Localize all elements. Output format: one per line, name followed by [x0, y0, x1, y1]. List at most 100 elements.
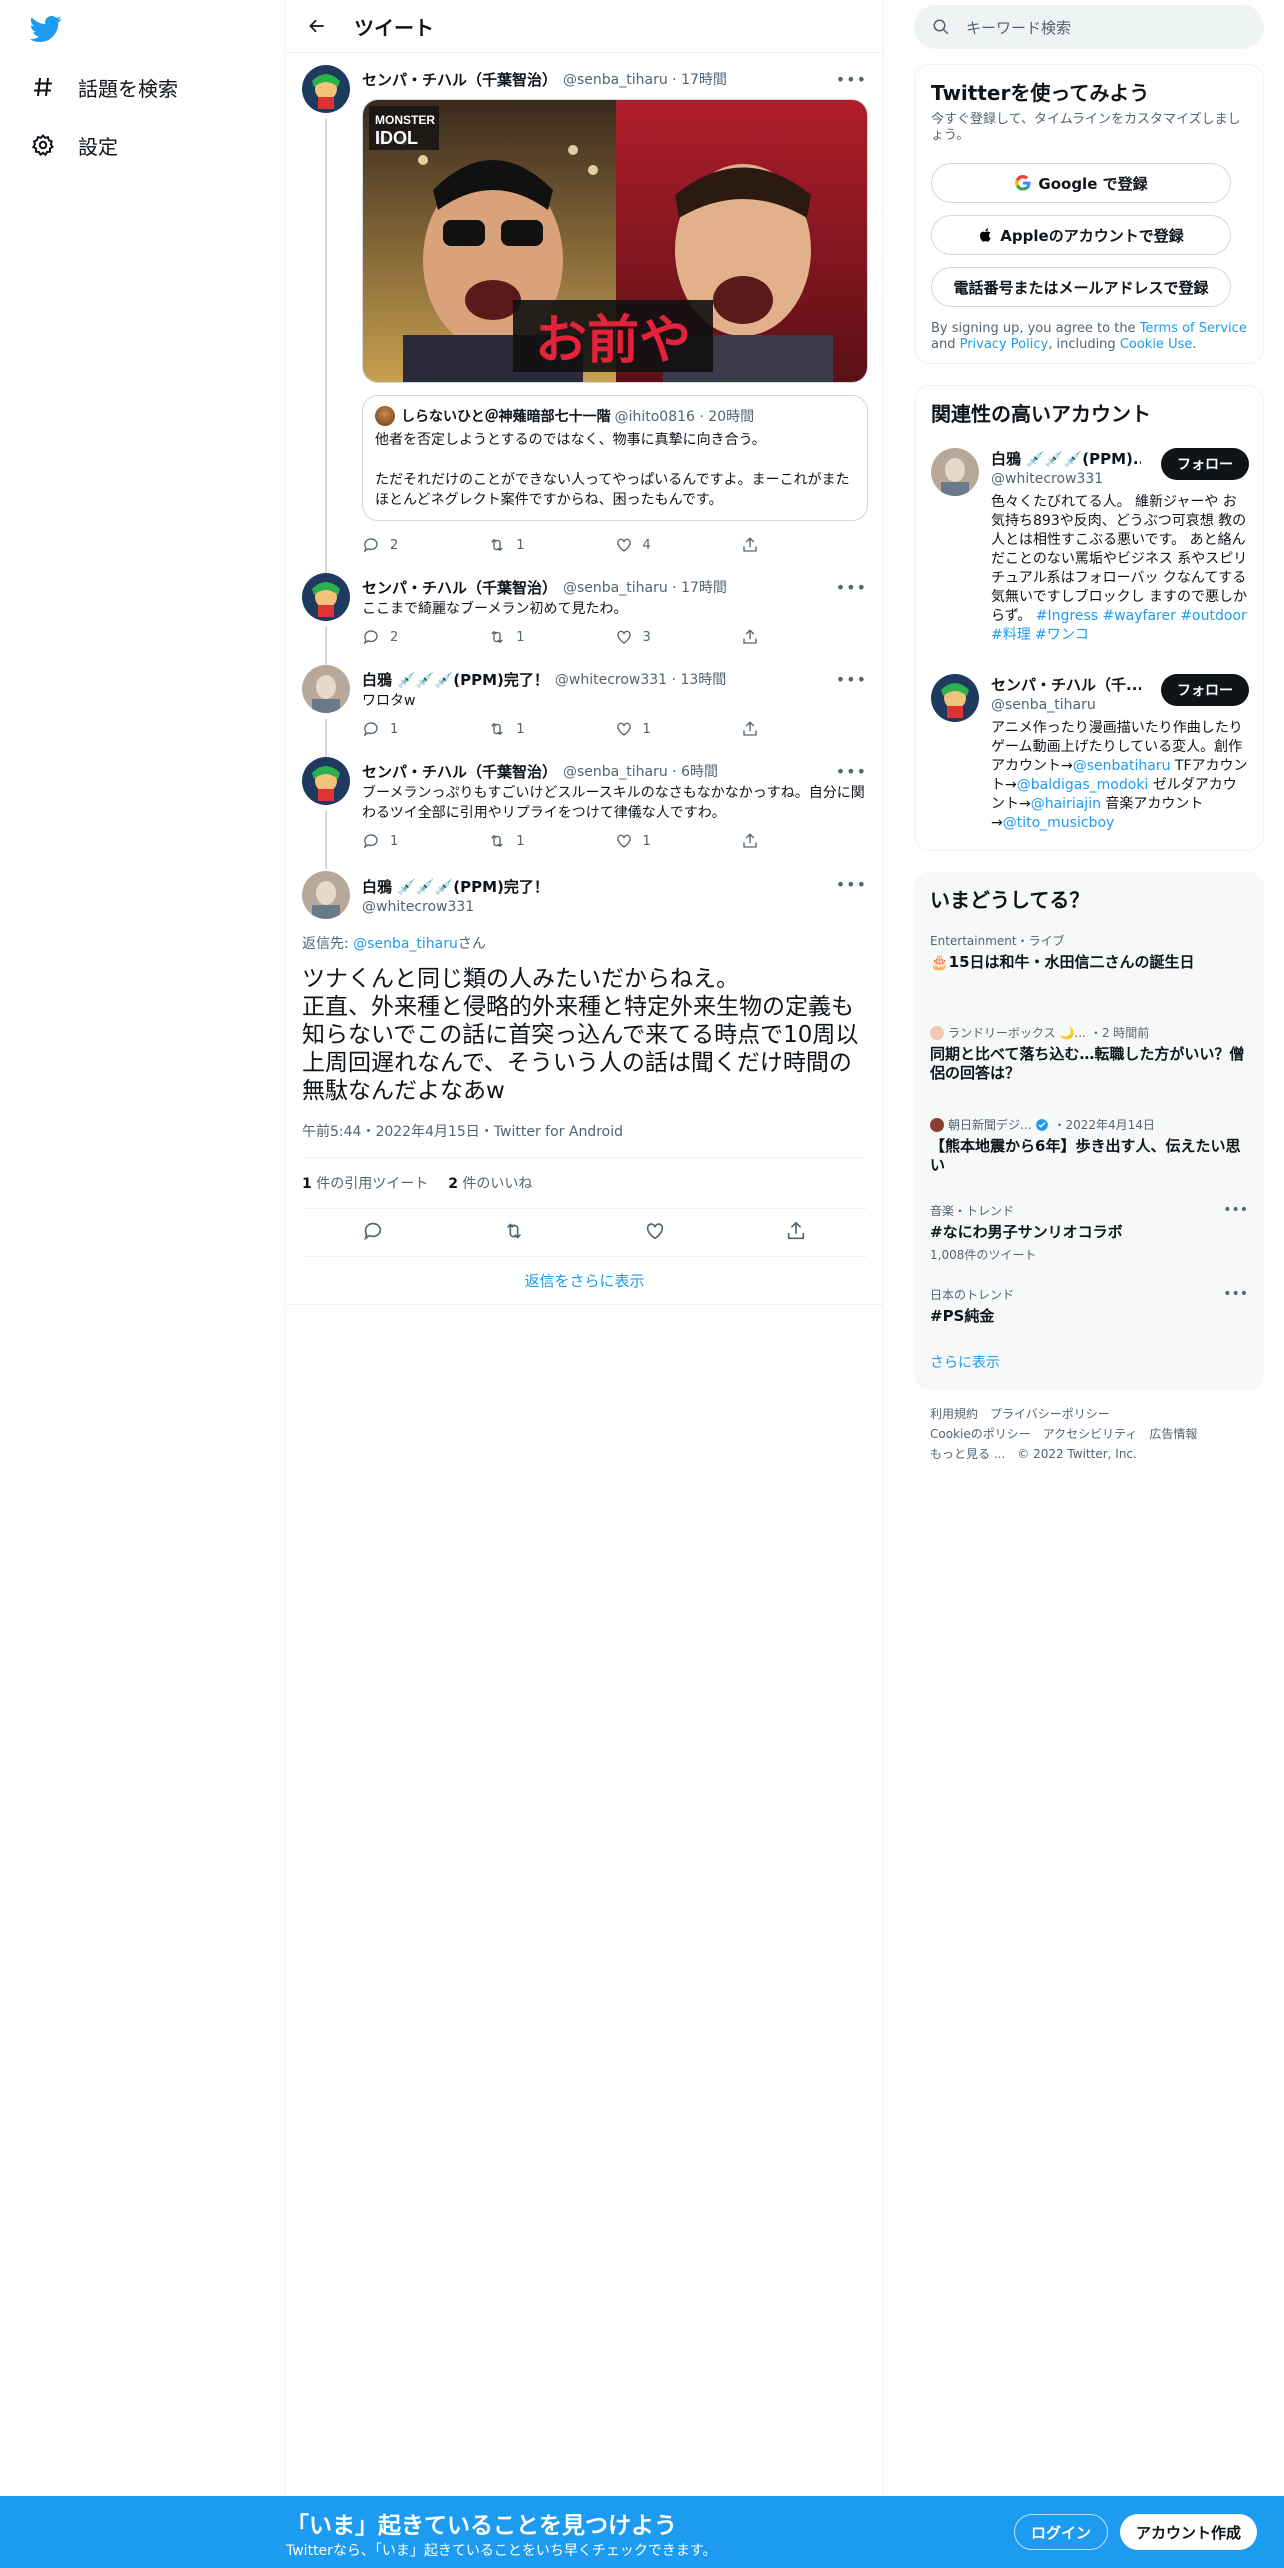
reply-icon	[363, 1222, 381, 1240]
back-arrow-icon[interactable]	[302, 11, 332, 41]
author-handle[interactable]: @senba_tiharu · 6時間	[563, 761, 718, 781]
trend-item[interactable]: ランドリーボックス 🌙... ・2 時間前 同期と比べて落ち込む…転職した方がいい…	[930, 1024, 1248, 1083]
privacy-link[interactable]: Privacy Policy	[960, 337, 1049, 352]
quote-avatar	[375, 406, 395, 426]
apple-signup-button[interactable]: Appleのアカウントで登録	[931, 215, 1231, 255]
reply-button[interactable]: 1	[362, 832, 488, 850]
reply-button[interactable]: 2	[362, 536, 488, 554]
login-button[interactable]: ログイン	[1014, 2514, 1109, 2550]
avatar[interactable]	[302, 65, 350, 113]
thread-tweet[interactable]: 白鴉 💉💉💉(PPM)完了！ @whitecrow331 · 13時間 ••• …	[286, 655, 883, 757]
reply-button[interactable]	[362, 1220, 384, 1246]
terms-link[interactable]: Terms of Service	[1140, 321, 1247, 336]
bio-link[interactable]: @tito_musicboy	[1003, 815, 1115, 831]
share-button[interactable]	[741, 832, 867, 850]
author-handle[interactable]: @senba_tiharu · 17時間	[563, 577, 727, 597]
bio-link[interactable]: @hairiajin	[1031, 796, 1101, 812]
account-name[interactable]: センパ・チハル（千...	[991, 674, 1141, 695]
related-account[interactable]: センパ・チハル（千... @senba_tiharu アニメ作ったり漫画描いたり…	[931, 674, 1249, 834]
author-name[interactable]: センパ・チハル（千葉智治）	[362, 577, 557, 598]
like-button[interactable]: 1	[615, 832, 741, 850]
more-icon[interactable]: •••	[836, 875, 867, 894]
reply-to-link[interactable]: @senba_tiharu	[353, 936, 458, 952]
author-name[interactable]: センパ・チハル（千葉智治）	[362, 761, 557, 782]
related-account[interactable]: 白鴉 💉💉💉(PPM)... @whitecrow331 色々くたびれてる人。 …	[931, 448, 1249, 648]
retweet-button[interactable]	[503, 1220, 525, 1246]
more-icon[interactable]: •••	[836, 578, 867, 597]
quote-count[interactable]: 1 件の引用ツイート	[302, 1173, 428, 1193]
footer-link[interactable]: 広告情報	[1149, 1427, 1197, 1441]
share-button[interactable]	[741, 628, 867, 646]
nav-settings[interactable]: 設定	[30, 125, 118, 165]
show-more-replies[interactable]: 返信をさらに表示	[286, 1257, 883, 1305]
phone-email-signup-button[interactable]: 電話番号またはメールアドレスで登録	[931, 267, 1231, 307]
trend-item[interactable]: 日本のトレンド #PS純金 •••	[930, 1286, 1248, 1326]
trend-title: 【熊本地震から6年】歩き出す人、伝えたい思い	[930, 1137, 1241, 1174]
thread-tweet[interactable]: センパ・チハル（千葉智治） @senba_tiharu · 17時間 ••• M…	[286, 53, 883, 573]
avatar[interactable]	[302, 665, 350, 713]
footer-link[interactable]: 利用規約	[930, 1407, 978, 1421]
avatar[interactable]	[302, 573, 350, 621]
google-signup-button[interactable]: Google で登録	[931, 163, 1231, 203]
follow-button[interactable]: フォロー	[1161, 674, 1249, 706]
trend-item[interactable]: 音楽・トレンド #なにわ男子サンリオコラボ 1,008件のツイート •••	[930, 1202, 1248, 1263]
share-button[interactable]	[785, 1220, 807, 1246]
tweet-text: ワロタw	[362, 693, 416, 709]
twitter-logo-icon[interactable]	[29, 12, 66, 48]
account-name[interactable]: 白鴉 💉💉💉(PPM)...	[991, 448, 1141, 469]
trend-time: ・2022年4月14日	[1053, 1118, 1155, 1132]
author-handle[interactable]: @whitecrow331 · 13時間	[555, 669, 726, 689]
trend-item[interactable]: Entertainment・ライブ 🎂15日は和牛・水田信二さんの誕生日	[930, 932, 1248, 972]
footer-link[interactable]: Cookieのポリシー	[930, 1427, 1031, 1441]
tweet-image[interactable]: MONSTER IDOL お前や	[362, 99, 868, 383]
footer-link[interactable]: プライバシーポリシー	[990, 1407, 1110, 1421]
like-button[interactable]	[644, 1220, 666, 1246]
avatar[interactable]	[302, 757, 350, 805]
footer-more[interactable]: もっと見る ...	[930, 1447, 1005, 1461]
thread-tweet[interactable]: センパ・チハル（千葉智治） @senba_tiharu · 6時間 ••• ブー…	[286, 747, 883, 869]
retweet-button[interactable]: 1	[488, 536, 614, 554]
more-icon[interactable]: •••	[1223, 1286, 1248, 1302]
quoted-tweet[interactable]: しらないひと＠神薙暗部七十一階 @ihito0816 · 20時間 他者を否定し…	[362, 395, 868, 521]
retweet-button[interactable]: 1	[488, 720, 614, 738]
more-icon[interactable]: •••	[836, 762, 867, 781]
author-handle[interactable]: @senba_tiharu · 17時間	[563, 69, 727, 89]
more-icon[interactable]: •••	[1223, 1202, 1248, 1218]
search-input[interactable]: キーワード検索	[914, 5, 1264, 49]
search-placeholder: キーワード検索	[966, 18, 1072, 37]
create-account-button[interactable]: アカウント作成	[1120, 2514, 1258, 2550]
author-name[interactable]: 白鴉 💉💉💉(PPM)完了！	[362, 876, 549, 897]
avatar[interactable]	[931, 674, 979, 722]
author-handle[interactable]: @whitecrow331	[362, 899, 549, 915]
like-button[interactable]: 3	[615, 628, 741, 646]
tweet-actions: 2 1 3	[362, 619, 867, 655]
retweet-icon	[491, 834, 503, 848]
author-name[interactable]: 白鴉 💉💉💉(PPM)完了！	[362, 669, 549, 690]
more-icon[interactable]: •••	[836, 670, 867, 689]
footer-link[interactable]: アクセシビリティ	[1043, 1427, 1138, 1441]
like-count[interactable]: 2 件のいいね	[448, 1173, 532, 1193]
reply-button[interactable]: 1	[362, 720, 488, 738]
share-icon	[743, 629, 757, 644]
more-icon[interactable]: •••	[836, 70, 867, 89]
nav-explore[interactable]: 話題を検索	[30, 67, 178, 107]
bio-link[interactable]: @baldigas_modoki	[1017, 777, 1149, 793]
trends-show-more[interactable]: さらに表示	[930, 1352, 1000, 1372]
like-button[interactable]: 1	[615, 720, 741, 738]
avatar[interactable]	[302, 871, 350, 919]
trend-item[interactable]: 朝日新聞デジ... ・2022年4月14日 【熊本地震から6年】歩き出す人、伝えた…	[930, 1116, 1248, 1175]
retweet-button[interactable]: 1	[488, 832, 614, 850]
bio-link[interactable]: @senbatiharu	[1073, 758, 1171, 774]
follow-button[interactable]: フォロー	[1161, 448, 1249, 480]
cookie-link[interactable]: Cookie Use	[1120, 337, 1193, 352]
author-name[interactable]: センパ・チハル（千葉智治）	[362, 69, 557, 90]
thread-tweet[interactable]: センパ・チハル（千葉智治） @senba_tiharu · 17時間 ••• こ…	[286, 563, 883, 665]
share-button[interactable]	[741, 720, 867, 738]
tweet-timestamp[interactable]: 午前5:44・2022年4月15日・Twitter for Android	[302, 1121, 867, 1141]
like-button[interactable]: 4	[615, 536, 741, 554]
share-icon	[743, 721, 757, 736]
reply-button[interactable]: 2	[362, 628, 488, 646]
share-button[interactable]	[741, 536, 867, 554]
retweet-button[interactable]: 1	[488, 628, 614, 646]
avatar[interactable]	[931, 448, 979, 496]
